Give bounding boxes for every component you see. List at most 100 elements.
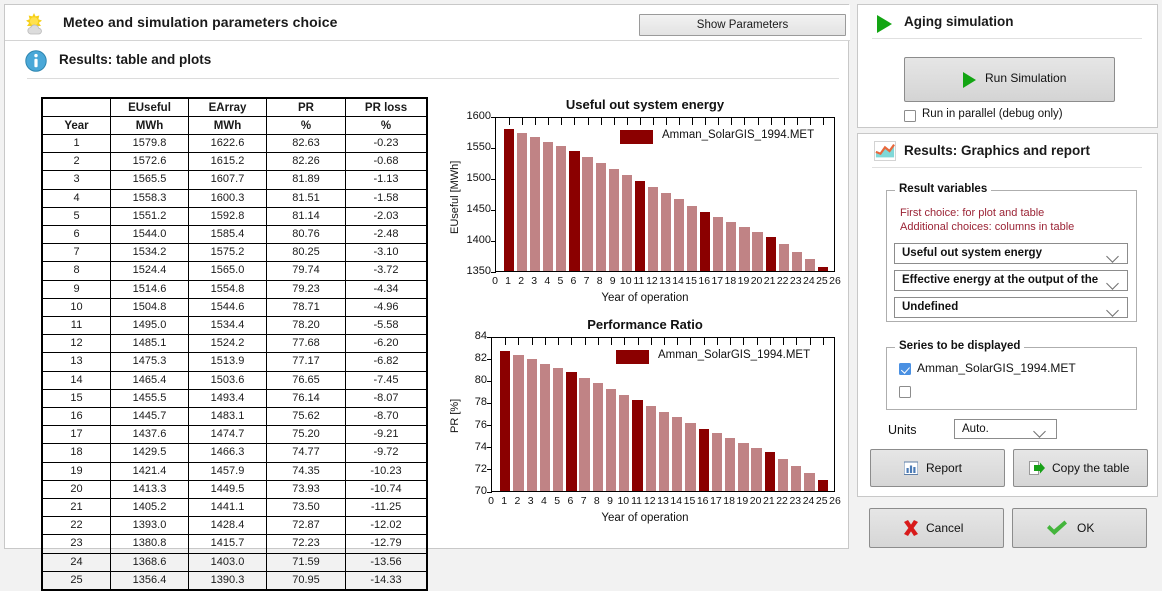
- top-tick-mark: [757, 118, 759, 125]
- col-head-euseful: EUseful: [110, 97, 189, 117]
- table-row[interactable]: 19 1421.4 1457.9 74.35 -10.23: [41, 461, 428, 481]
- cell-earray: 1524.2: [188, 334, 267, 354]
- cell-year: 8: [41, 261, 111, 281]
- cell-prloss: -4.96: [345, 297, 428, 318]
- unit-euseful: MWh: [110, 116, 189, 135]
- chart-bar: [526, 359, 537, 491]
- table-row[interactable]: 12 1485.1 1524.2 77.68 -6.20: [41, 334, 428, 354]
- ok-button[interactable]: OK: [1012, 508, 1147, 548]
- table-row[interactable]: 25 1356.4 1390.3 70.95 -14.33: [41, 570, 428, 591]
- result-variable-select-1[interactable]: Useful out system energy: [894, 243, 1128, 264]
- chart-bar: [500, 351, 511, 491]
- chart-bar: [700, 211, 711, 271]
- cell-pr: 77.68: [266, 334, 346, 354]
- unit-year: Year: [41, 116, 111, 135]
- top-tick-mark: [597, 338, 599, 345]
- chart-bar: [673, 199, 685, 271]
- table-row[interactable]: 9 1514.6 1554.8 79.23 -4.34: [41, 279, 428, 299]
- cell-euseful: 1524.4: [110, 261, 189, 281]
- cell-prloss: -1.58: [345, 188, 428, 208]
- table-row[interactable]: 2 1572.6 1615.2 82.26 -0.68: [41, 152, 428, 172]
- cell-euseful: 1368.6: [110, 552, 189, 572]
- table-row[interactable]: 11 1495.0 1534.4 78.20 -5.58: [41, 316, 428, 336]
- cell-euseful: 1475.3: [110, 352, 189, 372]
- cancel-button[interactable]: Cancel: [869, 508, 1004, 548]
- table-row[interactable]: 14 1465.4 1503.6 76.65 -7.45: [41, 370, 428, 390]
- table-row[interactable]: 16 1445.7 1483.1 75.62 -8.70: [41, 407, 428, 427]
- table-row[interactable]: 17 1437.6 1474.7 75.20 -9.21: [41, 425, 428, 445]
- table-row[interactable]: 23 1380.8 1415.7 72.23 -12.79: [41, 534, 428, 554]
- chart-bar: [517, 133, 528, 271]
- cell-euseful: 1579.8: [110, 133, 189, 154]
- table-row[interactable]: 8 1524.4 1565.0 79.74 -3.72: [41, 261, 428, 281]
- cell-euseful: 1445.7: [110, 407, 189, 427]
- cell-prloss: -3.10: [345, 243, 428, 263]
- chart-bar: [778, 244, 789, 271]
- table-row[interactable]: 18 1429.5 1466.3 74.77 -9.72: [41, 443, 428, 463]
- chart-bar: [632, 400, 643, 491]
- table-row[interactable]: 21 1405.2 1441.1 73.50 -11.25: [41, 498, 428, 518]
- cell-earray: 1493.4: [188, 388, 267, 409]
- run-in-parallel-checkbox[interactable]: [904, 110, 916, 122]
- report-button[interactable]: Report: [870, 449, 1005, 487]
- cell-earray: 1449.5: [188, 479, 267, 500]
- table-row[interactable]: 13 1475.3 1513.9 77.17 -6.82: [41, 352, 428, 372]
- cell-euseful: 1421.4: [110, 461, 189, 481]
- table-row[interactable]: 1 1579.8 1622.6 82.63 -0.23: [41, 133, 428, 154]
- top-tick-mark: [809, 118, 811, 125]
- cell-earray: 1390.3: [188, 570, 267, 591]
- graphics-panel-divider: [872, 167, 1142, 168]
- cell-euseful: 1465.4: [110, 370, 189, 390]
- cell-year: 18: [41, 443, 111, 463]
- cell-prloss: -6.20: [345, 334, 428, 354]
- col-head-earray: EArray: [188, 97, 267, 117]
- cell-euseful: 1380.8: [110, 534, 189, 554]
- y-axis-tick-label: 84: [474, 330, 487, 342]
- aging-panel-title: Aging simulation: [904, 14, 1014, 29]
- table-header-row-top: EUseful EArray PR PR loss: [41, 97, 428, 117]
- table-row[interactable]: 22 1393.0 1428.4 72.87 -12.02: [41, 516, 428, 536]
- top-tick-mark: [574, 118, 576, 125]
- y-axis-tick-label: 1400: [466, 234, 491, 246]
- series-checkbox-1[interactable]: [899, 386, 911, 398]
- cell-prloss: -5.58: [345, 316, 428, 336]
- cell-pr: 74.35: [266, 461, 346, 481]
- table-row[interactable]: 7 1534.2 1575.2 80.25 -3.10: [41, 243, 428, 263]
- result-variable-select-2[interactable]: Effective energy at the output of the: [894, 270, 1128, 291]
- table-row[interactable]: 3 1565.5 1607.7 81.89 -1.13: [41, 170, 428, 190]
- cell-earray: 1544.6: [188, 297, 267, 318]
- chart-bar: [685, 423, 696, 491]
- show-parameters-button[interactable]: Show Parameters: [639, 14, 846, 36]
- result-variable-select-3[interactable]: Undefined: [894, 297, 1128, 318]
- cell-pr: 75.20: [266, 425, 346, 445]
- top-tick-mark: [677, 338, 679, 345]
- top-tick-mark: [624, 338, 626, 345]
- cell-prloss: -14.33: [345, 570, 428, 591]
- cell-prloss: -11.25: [345, 498, 428, 518]
- top-tick-mark: [522, 118, 524, 125]
- table-row[interactable]: 10 1504.8 1544.6 78.71 -4.96: [41, 297, 428, 318]
- table-row[interactable]: 20 1413.3 1449.5 73.93 -10.74: [41, 479, 428, 500]
- cell-earray: 1565.0: [188, 261, 267, 281]
- table-row[interactable]: 6 1544.0 1585.4 80.76 -2.48: [41, 225, 428, 245]
- y-tick-mark: [487, 425, 492, 427]
- y-tick-mark: [487, 447, 492, 449]
- series-checkbox-0[interactable]: [899, 363, 911, 375]
- table-row[interactable]: 5 1551.2 1592.8 81.14 -2.03: [41, 206, 428, 227]
- table-row[interactable]: 4 1558.3 1600.3 81.51 -1.58: [41, 188, 428, 208]
- table-row[interactable]: 24 1368.6 1403.0 71.59 -13.56: [41, 552, 428, 572]
- cell-year: 17: [41, 425, 111, 445]
- top-tick-mark: [561, 118, 563, 125]
- top-tick-mark: [744, 118, 746, 125]
- run-simulation-button[interactable]: Run Simulation: [904, 57, 1115, 102]
- chart-area-icon: [874, 141, 896, 161]
- cell-prloss: -0.68: [345, 152, 428, 172]
- chart-bar: [817, 480, 828, 491]
- cell-euseful: 1393.0: [110, 516, 189, 536]
- top-tick-mark: [769, 338, 771, 345]
- table-row[interactable]: 15 1455.5 1493.4 76.14 -8.07: [41, 388, 428, 409]
- chart-bar: [608, 168, 619, 271]
- copy-the-table-button[interactable]: Copy the table: [1013, 449, 1148, 487]
- legend-label: Amman_SolarGIS_1994.MET: [662, 129, 815, 141]
- units-select[interactable]: Auto.: [954, 419, 1057, 439]
